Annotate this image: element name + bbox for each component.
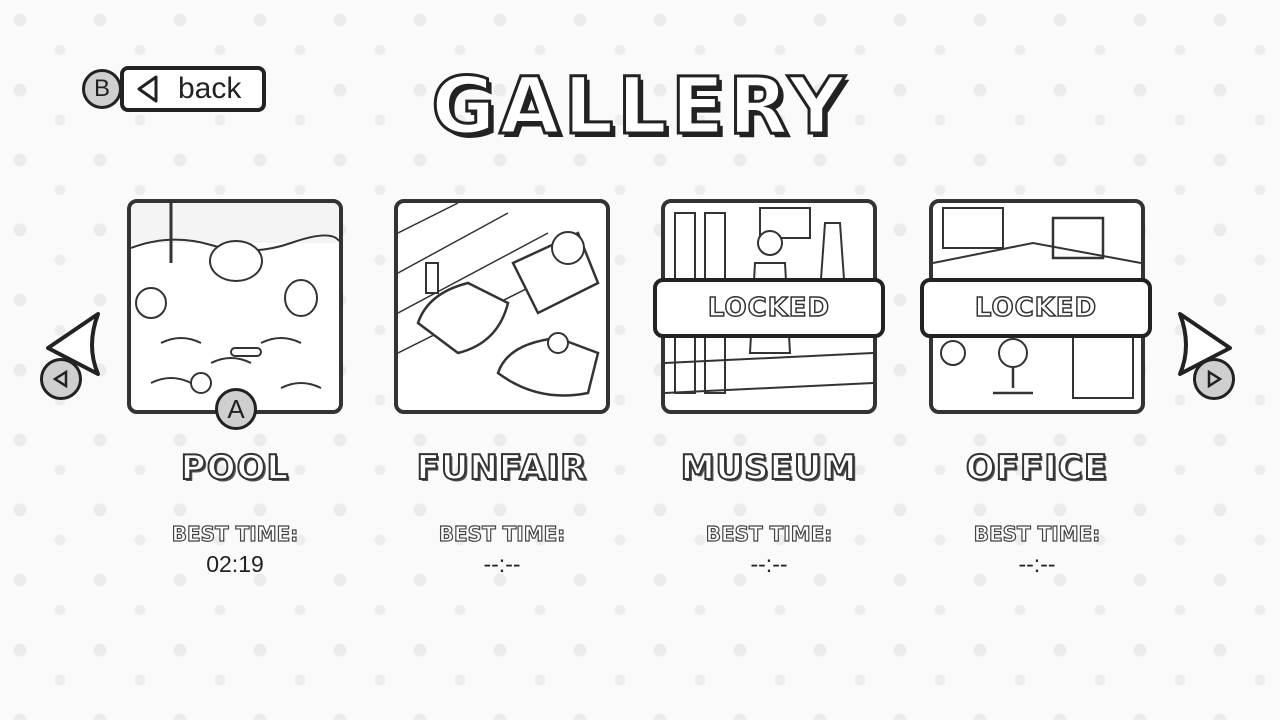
best-time-value-office: --:-- xyxy=(1018,551,1056,577)
office-locked-banner: LOCKED xyxy=(920,278,1152,338)
left-trigger-icon xyxy=(40,358,82,400)
level-card-pool[interactable] xyxy=(127,199,343,414)
best-time-value-museum: --:-- xyxy=(750,551,788,577)
level-name-pool: POOL xyxy=(180,447,290,489)
best-time-label: BEST TIME: xyxy=(438,521,566,546)
best-time-label: BEST TIME: xyxy=(705,521,833,546)
level-name-funfair: FUNFAIR xyxy=(416,447,588,489)
level-name-office: OFFICE xyxy=(965,447,1109,489)
pool-thumbnail xyxy=(131,203,339,394)
level-name-museum: MUSEUM xyxy=(680,447,858,489)
best-time-value-pool: 02:19 xyxy=(206,551,264,577)
museum-locked-banner: LOCKED xyxy=(653,278,885,338)
funfair-thumbnail xyxy=(398,203,600,397)
best-time-label: BEST TIME: xyxy=(171,521,299,546)
right-trigger-icon xyxy=(1193,358,1235,400)
page-title: GALLERY xyxy=(430,61,849,154)
a-key-icon: A xyxy=(215,388,257,430)
best-time-value-funfair: --:-- xyxy=(483,551,521,577)
level-card-funfair[interactable] xyxy=(394,199,610,414)
best-time-label: BEST TIME: xyxy=(973,521,1101,546)
